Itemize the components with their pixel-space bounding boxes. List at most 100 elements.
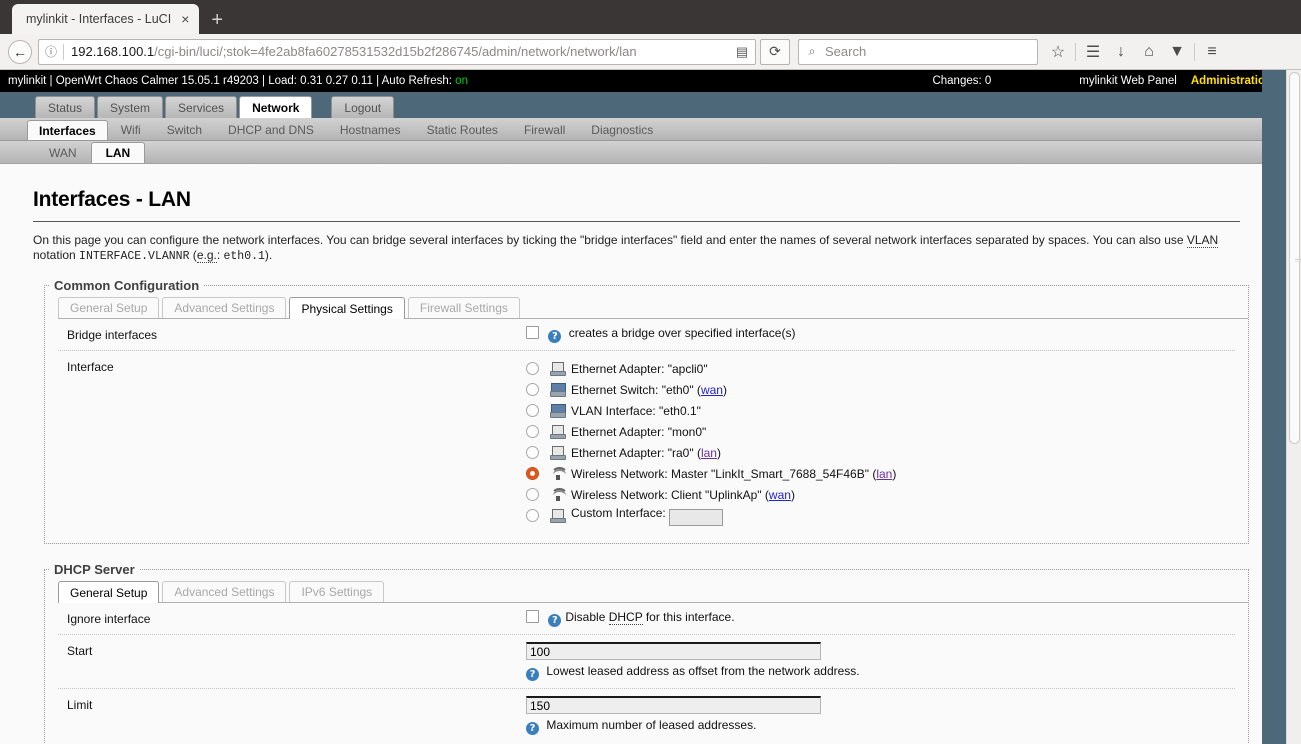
dhcp-limit-input[interactable]: [526, 696, 821, 715]
vlan-interface-icon: [549, 403, 567, 419]
interface-option[interactable]: Ethernet Switch: "eth0" (wan): [526, 379, 1235, 400]
sub-tab-interfaces[interactable]: Interfaces: [27, 120, 108, 140]
interface-option[interactable]: VLAN Interface: "eth0.1": [526, 400, 1235, 421]
custom-interface-radio[interactable]: [526, 509, 539, 523]
scrollbar-thumb[interactable]: [1289, 72, 1301, 444]
bookmark-star-icon[interactable]: ☆: [1044, 42, 1072, 62]
dhcp-server-panel: DHCP Server General Setup Advanced Setti…: [44, 562, 1249, 744]
dhcp-tab-advanced-settings[interactable]: Advanced Settings: [162, 581, 287, 603]
reader-mode-icon[interactable]: ▤: [729, 44, 755, 60]
auto-refresh-value[interactable]: on: [455, 75, 468, 87]
interface-option[interactable]: Ethernet Adapter: "ra0" (lan): [526, 442, 1235, 463]
cc-tab-firewall-settings[interactable]: Firewall Settings: [407, 297, 520, 319]
dhcp-start-input[interactable]: [526, 642, 821, 661]
ethernet-adapter-icon: [549, 424, 567, 440]
desc-mono-eth01: eth0.1: [223, 250, 265, 263]
desc-text-3: (: [189, 248, 197, 262]
library-icon[interactable]: ☰: [1079, 42, 1107, 62]
sub-tab-diagnostics[interactable]: Diagnostics: [578, 120, 666, 140]
cc-tab-physical-settings[interactable]: Physical Settings: [289, 297, 405, 320]
interface-tab-lan[interactable]: LAN: [90, 142, 146, 163]
custom-interface-option[interactable]: Custom Interface:: [526, 505, 1235, 526]
ethernet-adapter-icon: [549, 508, 567, 524]
sub-tab-switch[interactable]: Switch: [154, 120, 215, 140]
bridge-interfaces-label: Bridge interfaces: [67, 328, 158, 343]
interface-radio[interactable]: [526, 404, 539, 418]
main-tab-network[interactable]: Network: [239, 96, 313, 118]
network-link-wan[interactable]: wan: [701, 383, 723, 397]
interface-radio[interactable]: [526, 383, 539, 397]
firmware-version: OpenWrt Chaos Calmer 15.05.1 r49203: [55, 75, 259, 87]
dhcp-start-value: ? Lowest leased address as offset from t…: [526, 642, 1235, 682]
downloads-icon[interactable]: ↓: [1107, 43, 1135, 61]
main-tab-system[interactable]: System: [97, 96, 164, 118]
custom-interface-label: Custom Interface:: [571, 506, 666, 521]
interface-row: Interface Ethernet Adapter: "apcli0" Eth…: [58, 351, 1235, 533]
common-config-tabmenu: General Setup Advanced Settings Physical…: [58, 297, 1248, 320]
sub-tab-dhcp-and-dns[interactable]: DHCP and DNS: [215, 120, 327, 140]
site-info-icon[interactable]: ⓘ: [39, 43, 63, 60]
browser-tab-title: mylinkit - Interfaces - LuCI: [26, 12, 172, 26]
page-title: Interfaces - LAN: [33, 188, 1240, 222]
toolbar-divider: [1075, 42, 1076, 61]
interface-option-selected[interactable]: Wireless Network: Master "LinkIt_Smart_7…: [526, 463, 1235, 484]
dhcp-start-row: Start ? Lowest leased address as offset …: [58, 635, 1235, 690]
network-link-wan[interactable]: wan: [769, 488, 791, 502]
home-icon[interactable]: ⌂: [1135, 43, 1163, 61]
interface-option-list: Ethernet Adapter: "apcli0" Ethernet Swit…: [526, 358, 1235, 526]
back-icon[interactable]: ←: [6, 38, 34, 66]
help-icon[interactable]: ?: [548, 330, 562, 344]
network-link-lan[interactable]: lan: [876, 467, 892, 481]
interface-tab-wan[interactable]: WAN: [35, 142, 91, 163]
interface-radio[interactable]: [526, 467, 539, 481]
interface-radio[interactable]: [526, 488, 539, 502]
changes-counter[interactable]: Changes: 0: [932, 75, 991, 87]
dhcp-server-legend: DHCP Server: [54, 562, 135, 578]
luci-status-text: mylinkit | OpenWrt Chaos Calmer 15.05.1 …: [8, 75, 932, 87]
dhcp-tab-ipv6-settings[interactable]: IPv6 Settings: [289, 581, 385, 603]
bridge-interfaces-hint: creates a bridge over specified interfac…: [568, 326, 796, 341]
url-bar[interactable]: ⓘ 192.168.100.1/cgi-bin/luci/;stok=4fe2a…: [38, 38, 756, 65]
ignore-interface-checkbox[interactable]: [526, 610, 539, 624]
common-configuration-legend: Common Configuration: [54, 278, 200, 294]
page-description: On this page you can configure the netwo…: [33, 233, 1240, 264]
interface-radio[interactable]: [526, 362, 539, 376]
main-tab-status[interactable]: Status: [35, 96, 96, 118]
page-scrollbar[interactable]: [1286, 70, 1301, 744]
dhcp-tabmenu: General Setup Advanced Settings IPv6 Set…: [58, 581, 1248, 604]
page-side-background: [1262, 70, 1286, 744]
interface-option[interactable]: Ethernet Adapter: "apcli0": [526, 358, 1235, 379]
desc-mono-interface: INTERFACE.VLANNR: [79, 250, 190, 263]
sub-tab-wifi[interactable]: Wifi: [108, 120, 154, 140]
desc-text-1: On this page you can configure the netwo…: [33, 233, 1187, 247]
sub-tab-hostnames[interactable]: Hostnames: [327, 120, 414, 140]
search-bar[interactable]: ⌕ Search: [798, 38, 1038, 65]
interface-option[interactable]: Ethernet Adapter: "mon0": [526, 421, 1235, 442]
sub-tab-static-routes[interactable]: Static Routes: [414, 120, 511, 140]
dhcp-tab-general-setup[interactable]: General Setup: [58, 581, 160, 604]
cc-tab-general-setup[interactable]: General Setup: [58, 297, 160, 319]
main-tab-logout[interactable]: Logout: [331, 96, 395, 118]
reload-icon[interactable]: ⟳: [760, 38, 790, 65]
hamburger-menu-icon[interactable]: ≡: [1198, 43, 1226, 61]
custom-interface-input[interactable]: [668, 508, 723, 526]
new-tab-icon[interactable]: +: [199, 10, 235, 34]
pocket-icon[interactable]: ▼: [1163, 43, 1191, 61]
ignore-interface-row: Ignore interface ? Disable DHCP for this …: [58, 603, 1235, 636]
close-icon[interactable]: ×: [181, 12, 189, 26]
network-link-lan[interactable]: lan: [701, 446, 717, 460]
cc-tab-advanced-settings[interactable]: Advanced Settings: [162, 297, 287, 319]
main-tab-services[interactable]: Services: [165, 96, 238, 118]
browser-tab[interactable]: mylinkit - Interfaces - LuCI ×: [12, 4, 200, 34]
interface-radio[interactable]: [526, 446, 539, 460]
bridge-interfaces-checkbox[interactable]: [526, 326, 539, 340]
common-configuration-panel: Common Configuration General Setup Advan…: [44, 278, 1249, 545]
help-icon[interactable]: ?: [526, 722, 539, 736]
help-icon[interactable]: ?: [548, 614, 562, 628]
interface-radio[interactable]: [526, 425, 539, 439]
ethernet-adapter-icon: [549, 445, 567, 461]
sub-tab-firewall[interactable]: Firewall: [511, 120, 578, 140]
system-load: Load: 0.31 0.27 0.11: [268, 75, 373, 87]
help-icon[interactable]: ?: [526, 668, 539, 682]
interface-option[interactable]: Wireless Network: Client "UplinkAp" (wan…: [526, 484, 1235, 505]
